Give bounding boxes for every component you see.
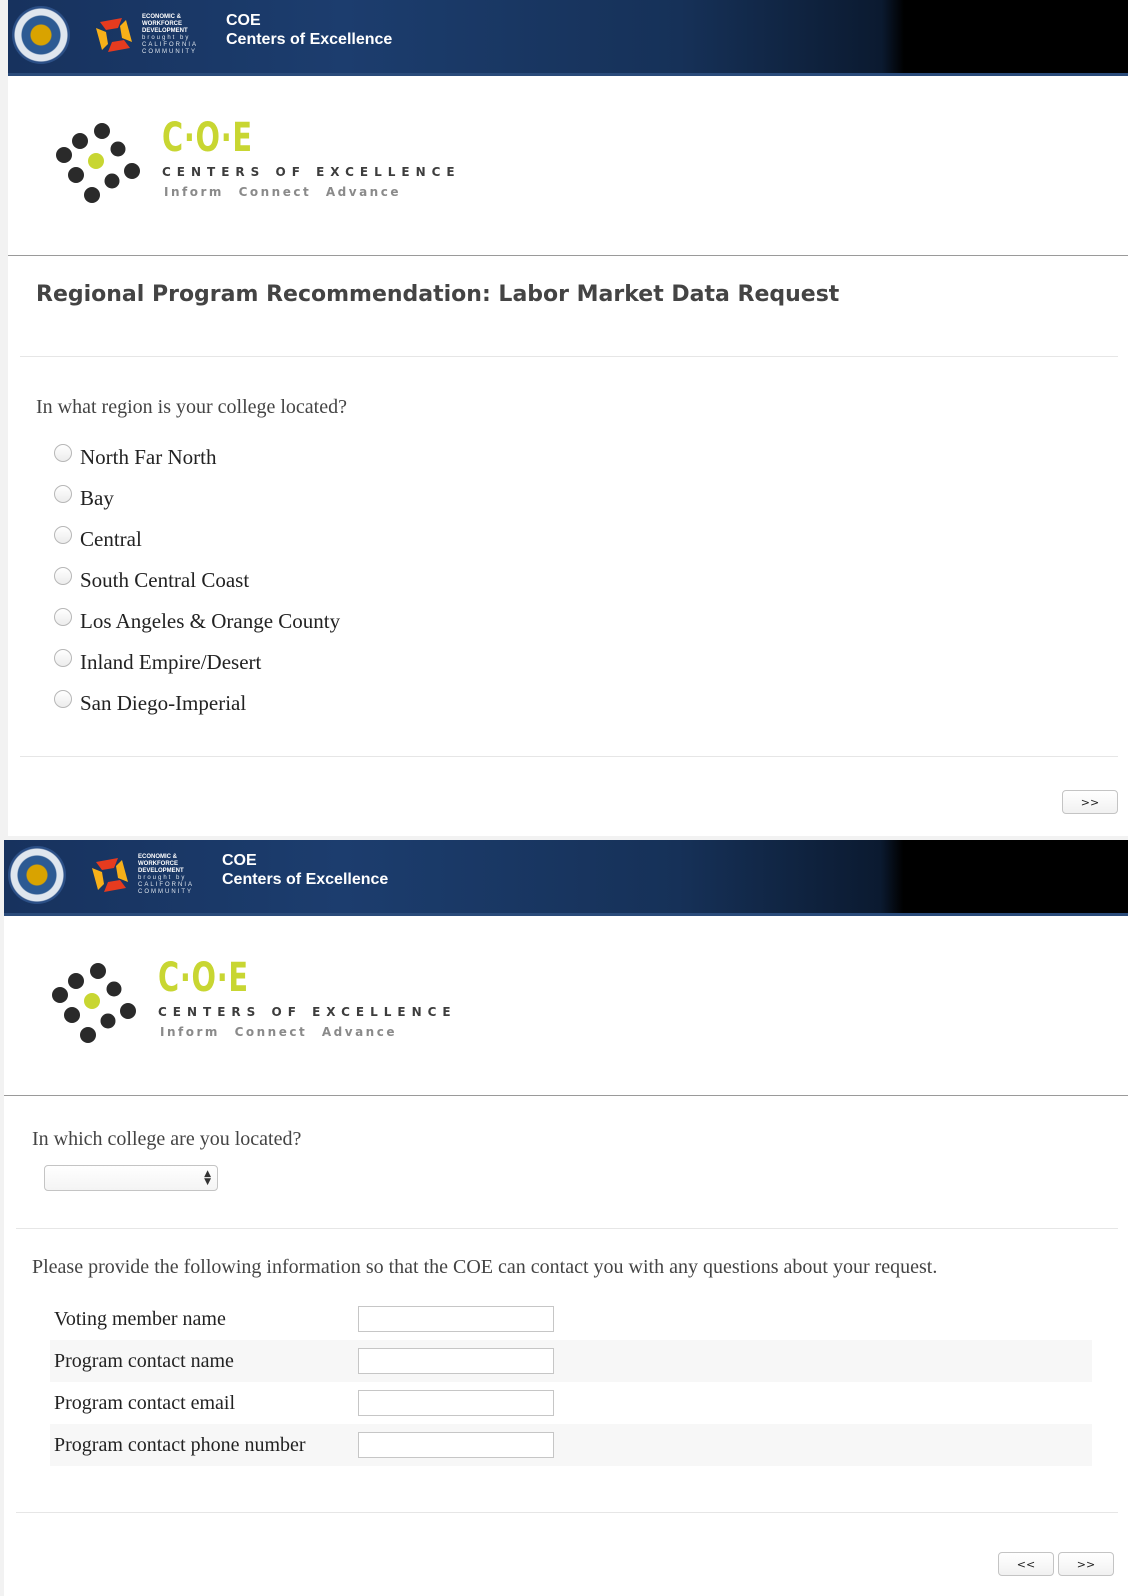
- banner-title: COE Centers of Excellence: [222, 852, 389, 888]
- coe-wordmark: C·O·E: [162, 115, 253, 161]
- program-contact-phone-label: Program contact phone number: [54, 1433, 306, 1456]
- divider: [20, 356, 1118, 357]
- program-contact-name-label: Program contact name: [54, 1349, 234, 1372]
- ewd-logo-text: ECONOMIC & WORKFORCE DEVELOPMENT brought…: [142, 14, 199, 55]
- radio-button[interactable]: [54, 608, 72, 626]
- program-contact-email-input[interactable]: [358, 1390, 554, 1416]
- region-option[interactable]: North Far North: [54, 442, 216, 472]
- region-option[interactable]: South Central Coast: [54, 565, 249, 595]
- survey-page-2: ECONOMIC & WORKFORCE DEVELOPMENT brought…: [4, 840, 1128, 1596]
- program-contact-phone-input[interactable]: [358, 1432, 554, 1458]
- coe-dots-icon: [52, 963, 136, 1043]
- coe-dots-icon: [56, 123, 140, 203]
- next-button[interactable]: >>: [1062, 790, 1118, 814]
- radio-button[interactable]: [54, 444, 72, 462]
- coe-logo: C·O·E CENTERS OF EXCELLENCE Inform Conne…: [8, 79, 1128, 256]
- college-question: In which college are you located?: [32, 1128, 302, 1150]
- coe-logo: C·O·E CENTERS OF EXCELLENCE Inform Conne…: [4, 919, 1128, 1096]
- college-select[interactable]: ▲ ▼: [44, 1165, 218, 1191]
- contact-form: Voting member name Program contact name …: [50, 1298, 1092, 1466]
- contact-instructions: Please provide the following information…: [32, 1256, 938, 1278]
- header-banner: ECONOMIC & WORKFORCE DEVELOPMENT brought…: [8, 0, 1128, 76]
- region-option[interactable]: Los Angeles & Orange County: [54, 606, 340, 636]
- divider: [16, 1228, 1118, 1229]
- next-button[interactable]: >>: [1058, 1552, 1114, 1576]
- radio-button[interactable]: [54, 649, 72, 667]
- survey-page-1: ECONOMIC & WORKFORCE DEVELOPMENT brought…: [8, 0, 1128, 836]
- region-option[interactable]: Bay: [54, 483, 114, 513]
- college-seal-icon: [12, 6, 70, 64]
- form-row: Voting member name: [50, 1298, 1092, 1340]
- region-option[interactable]: Central: [54, 524, 142, 554]
- radio-button[interactable]: [54, 567, 72, 585]
- program-contact-name-input[interactable]: [358, 1348, 554, 1374]
- coe-tagline: CENTERS OF EXCELLENCE: [158, 1005, 457, 1019]
- form-row: Program contact email: [50, 1382, 1092, 1424]
- voting-member-label: Voting member name: [54, 1307, 226, 1330]
- form-row: Program contact name: [50, 1340, 1092, 1382]
- ewd-logo-text: ECONOMIC & WORKFORCE DEVELOPMENT brought…: [138, 854, 195, 895]
- region-question: In what region is your college located?: [36, 396, 347, 418]
- radio-button[interactable]: [54, 485, 72, 503]
- back-button[interactable]: <<: [998, 1552, 1054, 1576]
- header-banner: ECONOMIC & WORKFORCE DEVELOPMENT brought…: [4, 840, 1128, 916]
- ewd-logo-icon: [92, 858, 128, 892]
- divider: [16, 1512, 1118, 1513]
- radio-button[interactable]: [54, 690, 72, 708]
- ewd-logo-icon: [96, 18, 132, 52]
- program-contact-email-label: Program contact email: [54, 1391, 236, 1414]
- form-row: Program contact phone number: [50, 1424, 1092, 1466]
- coe-motto: Inform Connect Advance: [160, 1025, 397, 1039]
- page-title: Regional Program Recommendation: Labor M…: [36, 282, 840, 307]
- divider: [20, 756, 1118, 757]
- voting-member-name-input[interactable]: [358, 1306, 554, 1332]
- coe-wordmark: C·O·E: [158, 955, 249, 1001]
- region-option[interactable]: San Diego-Imperial: [54, 688, 246, 718]
- coe-motto: Inform Connect Advance: [164, 185, 401, 199]
- college-seal-icon: [8, 846, 66, 904]
- region-option[interactable]: Inland Empire/Desert: [54, 647, 261, 677]
- coe-tagline: CENTERS OF EXCELLENCE: [162, 165, 461, 179]
- radio-button[interactable]: [54, 526, 72, 544]
- banner-title: COE Centers of Excellence: [226, 12, 393, 48]
- select-arrows-icon: ▲ ▼: [204, 1169, 211, 1187]
